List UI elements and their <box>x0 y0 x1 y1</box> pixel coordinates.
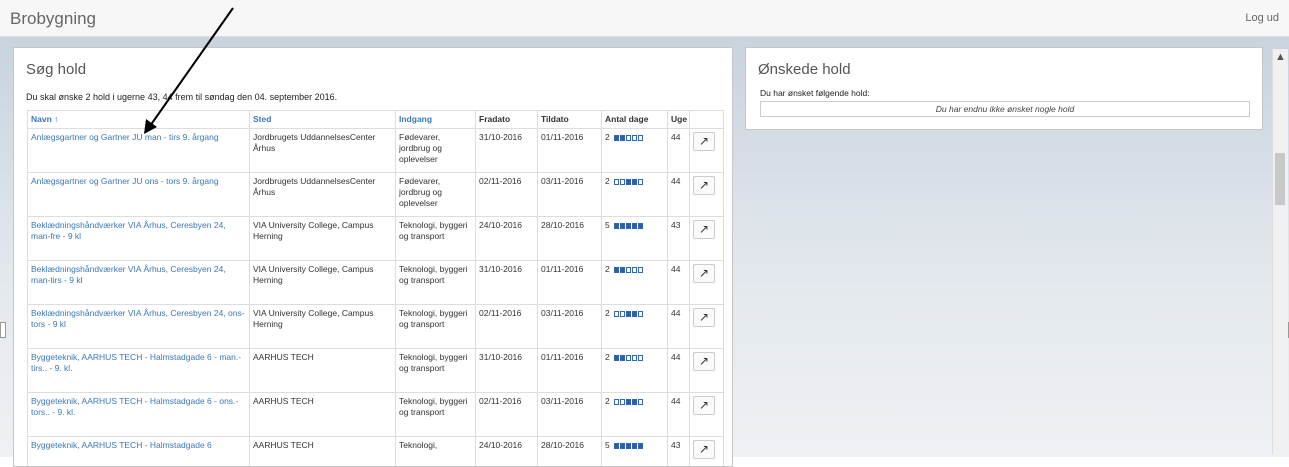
annotation-arrow <box>0 0 1289 457</box>
arrow-head-icon <box>144 119 157 134</box>
arrow-line <box>150 8 233 126</box>
